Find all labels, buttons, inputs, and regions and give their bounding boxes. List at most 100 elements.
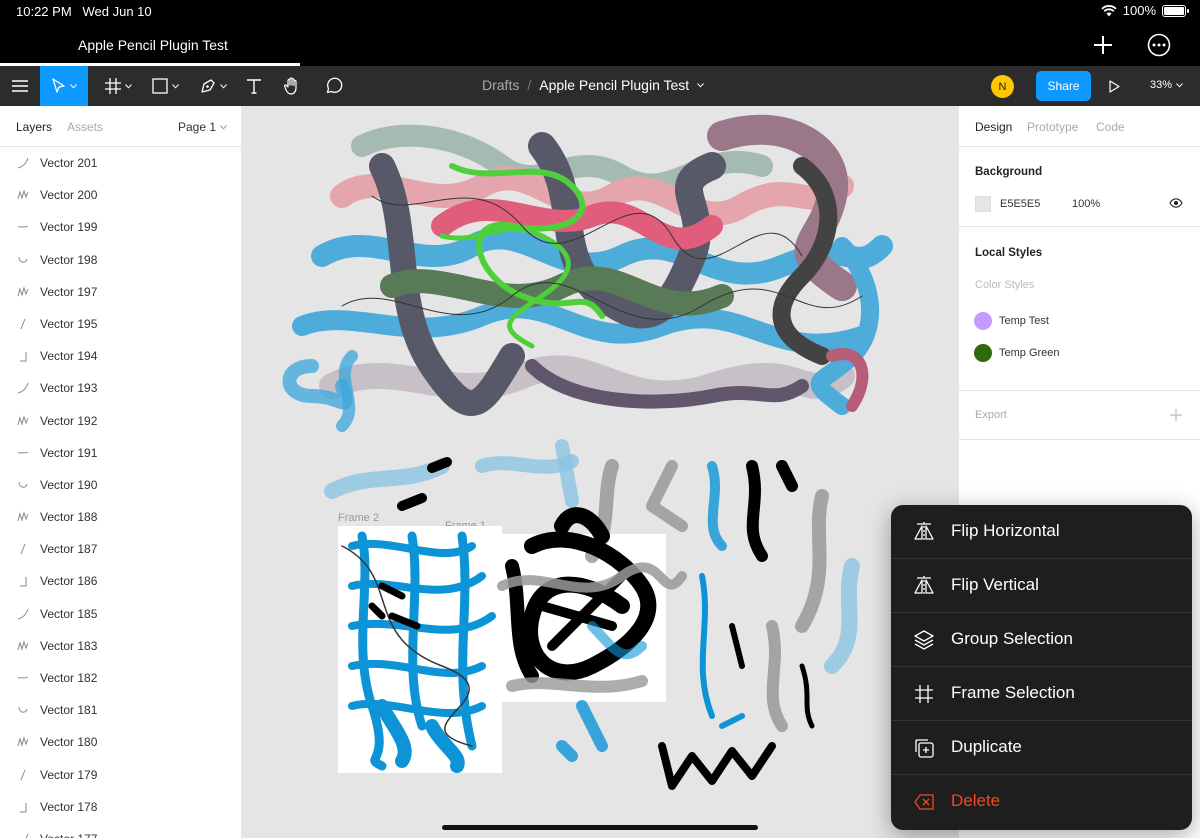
layer-name: Vector 192 [40,413,98,428]
layer-name: Vector 201 [40,156,98,170]
drawing-strokes[interactable] [242,106,958,838]
layer-item[interactable]: Vector 185 [0,598,241,630]
share-button[interactable]: Share [1036,71,1091,101]
layer-item[interactable]: Vector 178 [0,791,241,823]
layer-item[interactable]: Vector 187 [0,533,241,565]
background-swatch[interactable] [975,196,991,212]
menu-item-group-selection[interactable]: Group Selection [891,613,1192,667]
pen-icon [200,79,215,93]
frame-tool-button[interactable] [98,66,138,106]
vector-icon [20,769,26,780]
layer-item[interactable]: Vector 195 [0,308,241,340]
style-name-temp-green[interactable]: Temp Green [999,347,1060,359]
layer-name: Vector 177 [40,832,97,838]
style-swatch-temp-green[interactable] [974,344,992,362]
layer-item[interactable]: Vector 199 [0,211,241,243]
layer-name: Vector 195 [40,316,98,331]
tab-prototype[interactable]: Prototype [1027,120,1078,134]
layer-item[interactable]: Vector 182 [0,662,241,694]
move-tool-button[interactable] [40,66,88,106]
layer-name: Vector 185 [40,606,98,621]
layer-item[interactable]: Vector 183 [0,630,241,662]
menu-item-flip-horizontal[interactable]: Flip Horizontal [891,505,1192,559]
present-button[interactable] [1104,76,1124,96]
zoom-dropdown[interactable]: 33% [1150,79,1183,91]
layer-name: Vector 198 [40,252,98,267]
breadcrumb: Drafts / Apple Pencil Plugin Test [482,77,705,93]
add-export-icon[interactable] [1170,409,1182,421]
style-swatch-temp-test[interactable] [974,312,992,330]
layer-item[interactable]: Vector 201 [0,147,241,179]
style-name-temp-test[interactable]: Temp Test [999,315,1049,327]
layer-item[interactable]: Vector 186 [0,565,241,597]
layer-name: Vector 199 [40,220,98,235]
layer-name: Vector 186 [40,574,98,589]
export-title: Export [975,409,1007,421]
vector-icon [20,577,27,587]
canvas[interactable]: Frame 2 Frame 1 [242,106,958,838]
duplicate-icon [915,739,934,758]
layer-item[interactable]: Vector 191 [0,437,241,469]
shape-tool-button[interactable] [145,66,185,106]
chevron-down-icon [1176,82,1183,88]
chevron-down-icon[interactable] [697,82,705,88]
vector-icon [17,225,29,228]
tab-design[interactable]: Design [975,120,1012,134]
layer-item[interactable]: Vector 190 [0,469,241,501]
layer-item[interactable]: Vector 179 [0,759,241,791]
text-icon [247,79,261,94]
tab-file[interactable]: Apple Pencil Plugin Test [0,24,300,66]
breadcrumb-drafts[interactable]: Drafts [482,77,519,93]
new-tab-button[interactable] [1086,28,1120,62]
comment-tool-button[interactable] [320,66,348,106]
avatar[interactable]: N [991,75,1014,98]
layer-item[interactable]: Vector 193 [0,372,241,404]
layer-item[interactable]: Vector 177 [0,823,241,838]
layer-name: Vector 187 [40,542,98,557]
tab-code[interactable]: Code [1096,120,1125,134]
tab-assets[interactable]: Assets [67,120,103,134]
battery-percent: 100% [1122,3,1156,18]
file-name[interactable]: Apple Pencil Plugin Test [539,77,689,93]
vector-icon [18,707,28,713]
chevron-down-icon [124,83,132,89]
flip-horizontal-icon [914,522,934,542]
layer-item[interactable]: Vector 194 [0,340,241,372]
layer-name: Vector 191 [40,445,98,460]
vector-icon [18,481,28,488]
background-opacity[interactable]: 100% [1072,198,1100,210]
menu-item-duplicate[interactable]: Duplicate [891,721,1192,775]
layer-item[interactable]: Vector 180 [0,726,241,758]
pen-tool-button[interactable] [193,66,233,106]
tab-layers[interactable]: Layers [16,120,52,134]
menu-item-flip-vertical[interactable]: Flip Vertical [891,559,1192,613]
text-tool-button[interactable] [240,66,268,106]
layer-item[interactable]: Vector 181 [0,694,241,726]
status-time: 10:22 PM Wed Jun 10 [16,4,152,19]
layer-item[interactable]: Vector 197 [0,276,241,308]
page-selector[interactable]: Page 1 [178,120,227,134]
eye-icon[interactable] [1169,198,1183,208]
home-indicator [442,825,758,830]
layers-panel: Layers Assets Page 1 Vector 201 Vector 20… [0,106,242,838]
layer-item[interactable]: Vector 200 [0,179,241,211]
main-menu-button[interactable] [0,66,40,106]
menu-item-frame-selection[interactable]: Frame Selection [891,667,1192,721]
layer-name: Vector 182 [40,671,98,685]
background-title: Background [975,166,1043,178]
hamburger-icon [12,80,28,92]
vector-icon [17,640,29,651]
more-button[interactable] [1142,28,1176,62]
flip-vertical-icon [914,576,934,596]
hand-tool-button[interactable] [278,66,306,106]
layer-item[interactable]: Vector 192 [0,405,241,437]
menu-item-delete[interactable]: Delete [891,775,1192,829]
chevron-down-icon [219,83,227,89]
local-styles-title: Local Styles [975,247,1043,259]
vector-icon [25,833,29,838]
layer-item[interactable]: Vector 198 [0,244,241,276]
background-hex[interactable]: E5E5E5 [1000,198,1040,210]
breadcrumb-separator: / [527,77,532,93]
vector-icon [17,189,29,200]
layer-item[interactable]: Vector 188 [0,501,241,533]
